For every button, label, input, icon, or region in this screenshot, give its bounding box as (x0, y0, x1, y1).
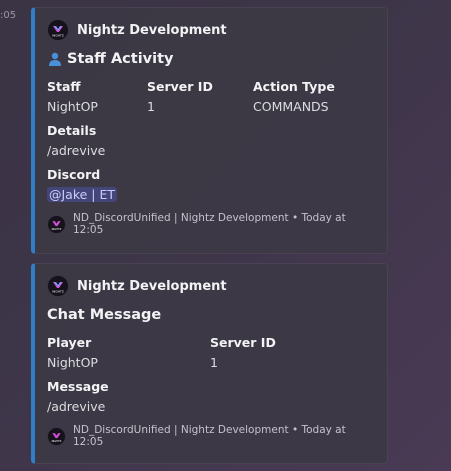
svg-text:NIGHTZ: NIGHTZ (52, 226, 62, 230)
field-name: Details (47, 123, 97, 138)
svg-text:NIGHTZ: NIGHTZ (52, 34, 64, 38)
field-value: 1 (210, 355, 218, 370)
field-value: NightOP (47, 355, 98, 370)
embed-footer-text: ND_DiscordUnified | Nightz Development •… (73, 424, 346, 448)
field-name: Message (47, 379, 109, 394)
user-mention[interactable]: @Jake | ET (47, 187, 118, 202)
person-icon (47, 51, 63, 67)
field-value: 1 (147, 99, 155, 114)
field-value: /adrevive (47, 143, 106, 158)
field-action-type: Action Type COMMANDS (253, 79, 335, 116)
embed-chat-message: NIGHTZ Nightz Development Chat Message P… (31, 263, 388, 464)
field-name: Server ID (210, 335, 276, 350)
embed-title: Chat Message (47, 304, 375, 326)
nightz-logo-avatar[interactable]: NIGHTZ (47, 19, 69, 41)
field-name: Action Type (253, 79, 335, 94)
embed-footer: NIGHTZ ND_DiscordUnified | Nightz Develo… (47, 212, 375, 236)
embed-footer-text: ND_DiscordUnified | Nightz Development •… (73, 212, 346, 236)
nightz-logo-icon: NIGHTZ (47, 214, 66, 234)
embed-staff-activity: NIGHTZ Nightz Development Staff Activity… (31, 7, 388, 254)
message-timestamp: :05 (0, 10, 17, 21)
embed-title: Staff Activity (47, 48, 375, 70)
field-value: COMMANDS (253, 99, 329, 114)
svg-text:NIGHTZ: NIGHTZ (52, 438, 62, 442)
embed-author-name[interactable]: Nightz Development (77, 23, 227, 38)
embed-author: NIGHTZ Nightz Development (47, 18, 375, 42)
field-value: NightOP (47, 99, 98, 114)
field-name: Staff (47, 79, 81, 94)
field-message: Message /adrevive (47, 379, 375, 416)
field-server-id: Server ID 1 (210, 335, 276, 372)
embed-fields: Player NightOP Server ID 1 (47, 335, 375, 372)
embed-title-text: Chat Message (47, 307, 162, 323)
svg-text:NIGHTZ: NIGHTZ (52, 290, 64, 294)
field-name: Server ID (147, 79, 213, 94)
nightz-logo-icon: NIGHTZ (47, 426, 66, 446)
field-player: Player NightOP (47, 335, 210, 372)
field-staff: Staff NightOP (47, 79, 147, 116)
field-details: Details /adrevive (47, 123, 375, 160)
field-discord: Discord @Jake | ET (47, 167, 375, 204)
field-value: @Jake | ET (47, 187, 375, 204)
embed-footer: NIGHTZ ND_DiscordUnified | Nightz Develo… (47, 424, 375, 448)
field-value: /adrevive (47, 399, 106, 414)
field-server-id: Server ID 1 (147, 79, 253, 116)
embed-fields: Staff NightOP Server ID 1 Action Type CO… (47, 79, 375, 116)
field-name: Discord (47, 167, 101, 182)
embed-author: NIGHTZ Nightz Development (47, 274, 375, 298)
embed-title-text: Staff Activity (67, 51, 174, 67)
embed-author-name[interactable]: Nightz Development (77, 279, 227, 294)
field-name: Player (47, 335, 92, 350)
nightz-logo-avatar[interactable]: NIGHTZ (47, 275, 69, 297)
